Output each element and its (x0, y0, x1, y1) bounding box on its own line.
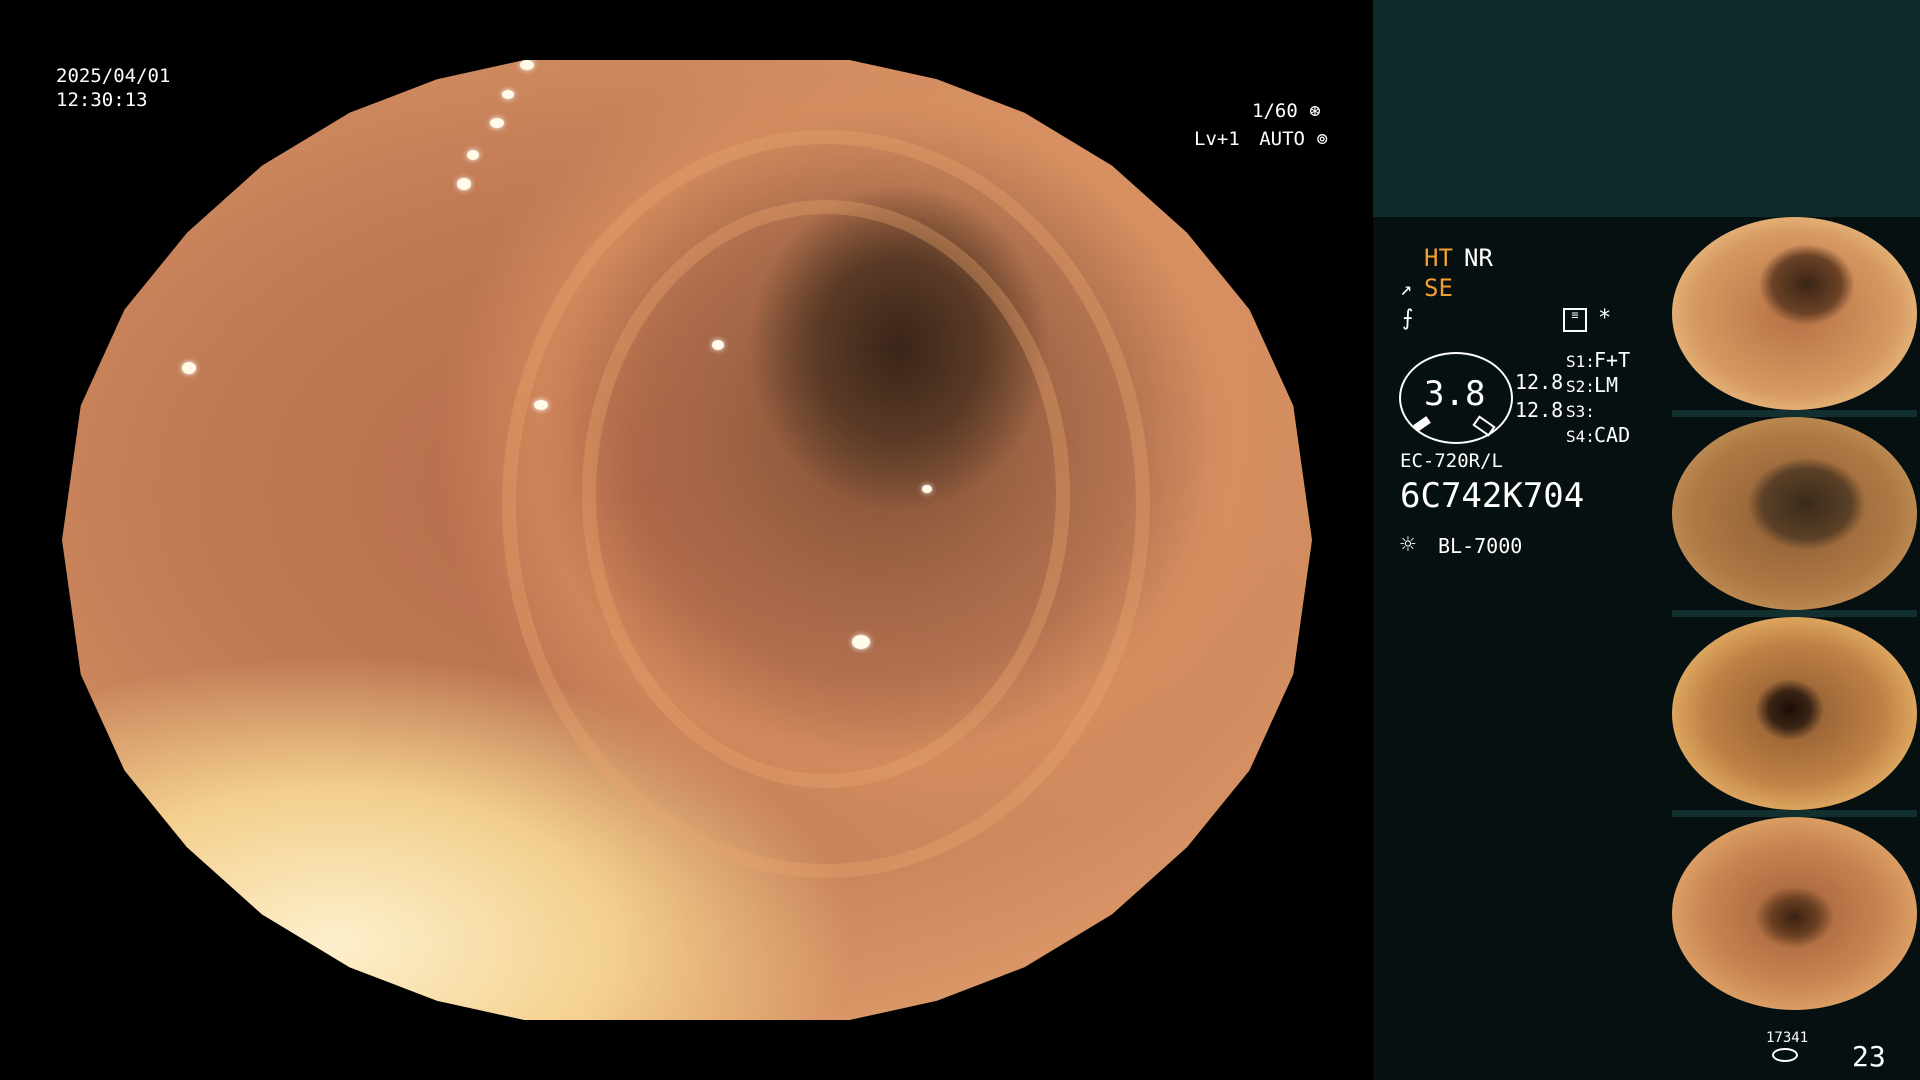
s4-value: CAD (1594, 423, 1631, 447)
asterisk-icon: * (1598, 306, 1612, 331)
light-reflection (182, 362, 196, 374)
light-reflection (852, 635, 870, 649)
endoscope-image (62, 60, 1312, 1020)
time-readout: 12:30:13 (56, 89, 148, 111)
value-readout-1: 12.8 (1515, 370, 1564, 394)
structure-enhance-icon: ↗ (1400, 276, 1413, 300)
s1-value: F+T (1594, 348, 1631, 372)
light-reflection (712, 340, 724, 350)
filter-icon: ⨍ (1402, 306, 1414, 331)
captured-thumbnail[interactable] (1672, 817, 1917, 1010)
scope-serial: 6C742K704 (1400, 476, 1585, 516)
s3-label: S3: (1566, 402, 1595, 421)
gauge-value: 3.8 (1424, 374, 1486, 414)
light-reflection (457, 178, 471, 190)
s2-value: LM (1594, 373, 1619, 397)
scope-model: EC-720R/L (1400, 450, 1503, 472)
storage-count: 17341 (1766, 1030, 1809, 1046)
ht-indicator: HT (1424, 244, 1453, 272)
auto-iris-icon: ⊚ (1316, 128, 1328, 150)
thumbnail-divider (1672, 810, 1917, 817)
captured-thumbnail[interactable] (1672, 617, 1917, 810)
mucosal-fold (582, 200, 1070, 788)
light-source: BL-7000 (1438, 534, 1523, 558)
shutter-value: 1/60 (1252, 100, 1298, 122)
level-value: Lv+1 (1194, 128, 1240, 150)
storage-icon (1772, 1048, 1798, 1062)
s1-label: S1: (1566, 352, 1595, 371)
light-source-icon: ☼ (1400, 530, 1416, 560)
captured-thumbnail[interactable] (1672, 217, 1917, 410)
shutter-readout: 1/60 ⊛ (1252, 99, 1321, 123)
settings-icon: ≡ (1563, 308, 1587, 332)
aperture-icon: ⊛ (1309, 100, 1321, 122)
image-count: 23 (1852, 1040, 1886, 1073)
date-readout: 2025/04/01 (56, 65, 171, 87)
nr-indicator: NR (1464, 244, 1493, 272)
thumbnail-divider (1672, 410, 1917, 417)
light-reflection (922, 485, 932, 493)
s4-label: S4: (1566, 427, 1595, 446)
captured-thumbnail[interactable] (1672, 417, 1917, 610)
light-reflection (502, 90, 514, 99)
value-readout-2: 12.8 (1515, 398, 1564, 422)
side-panel-header (1373, 0, 1920, 217)
s2-label: S2: (1566, 377, 1595, 396)
exposure-readout: Lv+1 AUTO ⊚ (1194, 127, 1328, 151)
thumbnail-divider (1672, 610, 1917, 617)
light-reflection (490, 118, 504, 128)
main-view: 2025/04/01 12:30:13 1/60 ⊛ Lv+1 AUTO ⊚ (0, 0, 1373, 1080)
se-indicator: SE (1424, 274, 1453, 302)
light-reflection (520, 60, 534, 70)
light-reflection (534, 400, 548, 410)
exposure-mode: AUTO (1259, 128, 1305, 150)
light-reflection (467, 150, 479, 160)
